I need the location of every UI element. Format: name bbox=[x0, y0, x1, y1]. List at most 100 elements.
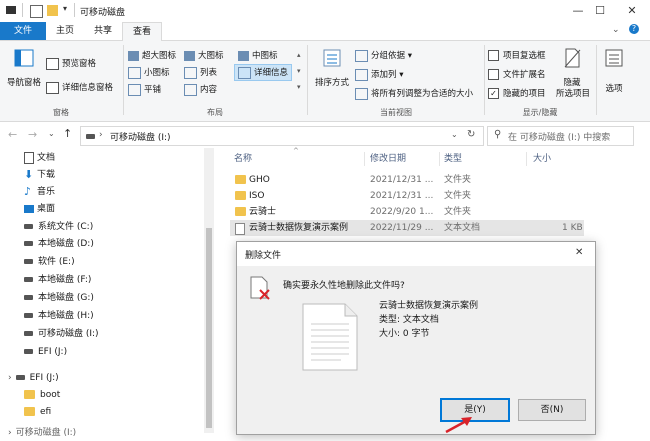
search-placeholder[interactable]: 在 可移动磁盘 (I:) 中搜索 bbox=[508, 130, 610, 143]
nav-item-music[interactable]: ♪ 音乐 bbox=[24, 184, 55, 200]
column-header-type[interactable]: 类型 bbox=[444, 152, 462, 166]
tab-share[interactable]: 共享 bbox=[84, 22, 122, 40]
column-divider[interactable] bbox=[526, 152, 527, 166]
address-dropdown-icon[interactable]: ⌄ bbox=[451, 130, 458, 139]
file-type: 文件夹 bbox=[444, 191, 472, 201]
breadcrumb-location[interactable]: 可移动磁盘 (I:) bbox=[110, 130, 171, 143]
divider bbox=[307, 45, 308, 115]
quick-access-dropdown-icon[interactable]: ▾ bbox=[63, 4, 67, 13]
nav-pane-button[interactable]: 导航窗格 bbox=[6, 47, 42, 88]
nav-item-label: 文档 bbox=[37, 153, 56, 163]
nav-item-drive-i[interactable]: 可移动磁盘 (I:) bbox=[24, 326, 99, 342]
column-header-date[interactable]: 修改日期 bbox=[370, 152, 406, 166]
nav-item-drive-h[interactable]: 本地磁盘 (H:) bbox=[24, 308, 94, 324]
nav-pane-icon bbox=[13, 47, 35, 69]
layout-tiles[interactable]: 平铺 bbox=[128, 83, 161, 96]
breadcrumb-separator: › bbox=[99, 130, 103, 140]
options-button[interactable]: 选项 bbox=[600, 47, 628, 94]
column-divider[interactable] bbox=[439, 152, 440, 166]
layout-large-icons[interactable]: 大图标 bbox=[184, 49, 224, 61]
file-extensions-checkbox[interactable] bbox=[488, 69, 499, 80]
maximize-button[interactable]: ☐ bbox=[582, 0, 618, 22]
hide-selected-button[interactable]: 隐藏 所选项目 bbox=[556, 47, 590, 100]
details-icon bbox=[238, 66, 251, 79]
refresh-icon[interactable]: ↻ bbox=[467, 129, 475, 140]
group-by-button[interactable]: 分组依据 ▾ bbox=[355, 49, 412, 62]
nav-item-drive-c[interactable]: 系统文件 (C:) bbox=[24, 219, 93, 235]
tab-file[interactable]: 文件 bbox=[0, 22, 46, 40]
download-icon: ⬇ bbox=[24, 167, 34, 181]
title-bar: ▾ 可移动磁盘 — ☐ ✕ bbox=[0, 0, 650, 22]
sort-by-label: 排序方式 bbox=[314, 78, 349, 88]
nav-item-boot[interactable]: boot bbox=[24, 387, 60, 403]
preview-pane-button[interactable]: 预览窗格 bbox=[46, 57, 96, 70]
layout-content[interactable]: 内容 bbox=[184, 83, 217, 96]
divider bbox=[22, 3, 23, 17]
sort-by-button[interactable]: 排序方式 bbox=[312, 47, 352, 88]
layout-medium-icons[interactable]: 中图标 bbox=[238, 49, 278, 61]
file-date: 2021/12/31 ... bbox=[370, 191, 434, 201]
tab-view[interactable]: 查看 bbox=[122, 22, 162, 41]
hidden-items-toggle[interactable]: ✓ 隐藏的项目 bbox=[488, 87, 546, 99]
layout-label: 小图标 bbox=[144, 68, 170, 78]
item-checkboxes-checkbox[interactable] bbox=[488, 50, 499, 61]
nav-item-partial[interactable]: › 可移动磁盘 (I:) bbox=[8, 425, 76, 441]
recent-locations-icon[interactable]: ⌄ bbox=[48, 129, 55, 138]
search-box[interactable]: ⚲ 在 可移动磁盘 (I:) 中搜索 bbox=[487, 126, 634, 146]
documents-icon bbox=[24, 151, 34, 164]
text-file-icon bbox=[235, 223, 245, 235]
column-header-size[interactable]: 大小 bbox=[533, 152, 551, 166]
file-date: 2021/12/31 ... bbox=[370, 175, 434, 185]
nav-item-drive-j[interactable]: EFI (J:) bbox=[24, 344, 67, 360]
back-arrow-icon[interactable]: ← bbox=[8, 128, 17, 141]
nav-scrollbar-thumb[interactable] bbox=[206, 228, 212, 428]
expand-icon[interactable]: › bbox=[8, 428, 12, 438]
add-columns-button[interactable]: 添加列 ▾ bbox=[355, 68, 403, 81]
properties-icon[interactable] bbox=[30, 5, 43, 18]
nav-scrollbar[interactable] bbox=[204, 148, 214, 433]
layout-scroll-icon[interactable]: ▴ ▾ ▾ bbox=[297, 47, 301, 95]
details-pane-icon bbox=[46, 81, 59, 94]
layout-small-icons[interactable]: 小图标 bbox=[128, 66, 170, 79]
table-row[interactable]: 云骑士 2022/9/20 1... 文件夹 bbox=[230, 204, 584, 220]
nav-item-downloads[interactable]: ⬇ 下载 bbox=[24, 167, 55, 183]
file-extensions-toggle[interactable]: 文件扩展名 bbox=[488, 68, 546, 80]
close-button[interactable]: ✕ bbox=[614, 0, 650, 22]
nav-item-efi-root[interactable]: › EFI (J:) bbox=[8, 370, 59, 386]
file-type: 文件夹 bbox=[444, 207, 472, 217]
extra-large-icons-icon bbox=[128, 50, 139, 61]
table-row[interactable]: GHO 2021/12/31 ... 文件夹 bbox=[230, 172, 584, 188]
layout-details[interactable]: 详细信息 bbox=[234, 64, 293, 81]
forward-arrow-icon[interactable]: → bbox=[28, 128, 37, 141]
size-all-columns-button[interactable]: 将所有列调整为合适的大小 bbox=[355, 87, 473, 100]
expand-ribbon-icon[interactable]: ⌄ bbox=[612, 25, 620, 35]
column-divider[interactable] bbox=[364, 152, 365, 166]
group-by-label: 分组依据 bbox=[371, 51, 406, 61]
hidden-items-checkbox[interactable]: ✓ bbox=[488, 88, 499, 99]
help-icon[interactable]: ? bbox=[629, 24, 639, 34]
up-arrow-icon[interactable]: ↑ bbox=[63, 127, 72, 140]
details-pane-button[interactable]: 详细信息窗格 bbox=[46, 81, 113, 94]
nav-item-drive-f[interactable]: 本地磁盘 (F:) bbox=[24, 272, 91, 288]
no-button[interactable]: 否(N) bbox=[518, 399, 586, 421]
layout-list[interactable]: 列表 bbox=[184, 66, 217, 79]
nav-item-drive-e[interactable]: 软件 (E:) bbox=[24, 254, 75, 270]
column-header-name[interactable]: 名称 bbox=[234, 152, 252, 166]
nav-item-drive-d[interactable]: 本地磁盘 (D:) bbox=[24, 236, 94, 252]
expand-icon[interactable]: › bbox=[8, 373, 12, 383]
tab-home[interactable]: 主页 bbox=[46, 22, 84, 40]
nav-item-efi[interactable]: efi bbox=[24, 404, 51, 420]
nav-item-documents[interactable]: 文档 bbox=[24, 150, 55, 166]
table-row[interactable]: ISO 2021/12/31 ... 文件夹 bbox=[230, 188, 584, 204]
layout-extra-large-icons[interactable]: 超大图标 bbox=[128, 49, 176, 61]
table-row[interactable]: 云骑士数据恢复演示案例 2022/11/29 ... 文本文档 1 KB bbox=[230, 220, 584, 236]
folder-icon bbox=[235, 175, 246, 184]
dialog-close-button[interactable]: ✕ bbox=[575, 247, 583, 258]
nav-item-desktop[interactable]: 桌面 bbox=[24, 201, 55, 217]
content-icon bbox=[184, 83, 197, 96]
nav-item-drive-g[interactable]: 本地磁盘 (G:) bbox=[24, 290, 94, 306]
drive-icon bbox=[86, 134, 95, 139]
new-folder-icon[interactable] bbox=[47, 5, 58, 16]
item-checkboxes-toggle[interactable]: 项目复选框 bbox=[488, 49, 546, 61]
address-bar[interactable]: › 可移动磁盘 (I:) ⌄ ↻ bbox=[80, 126, 484, 146]
